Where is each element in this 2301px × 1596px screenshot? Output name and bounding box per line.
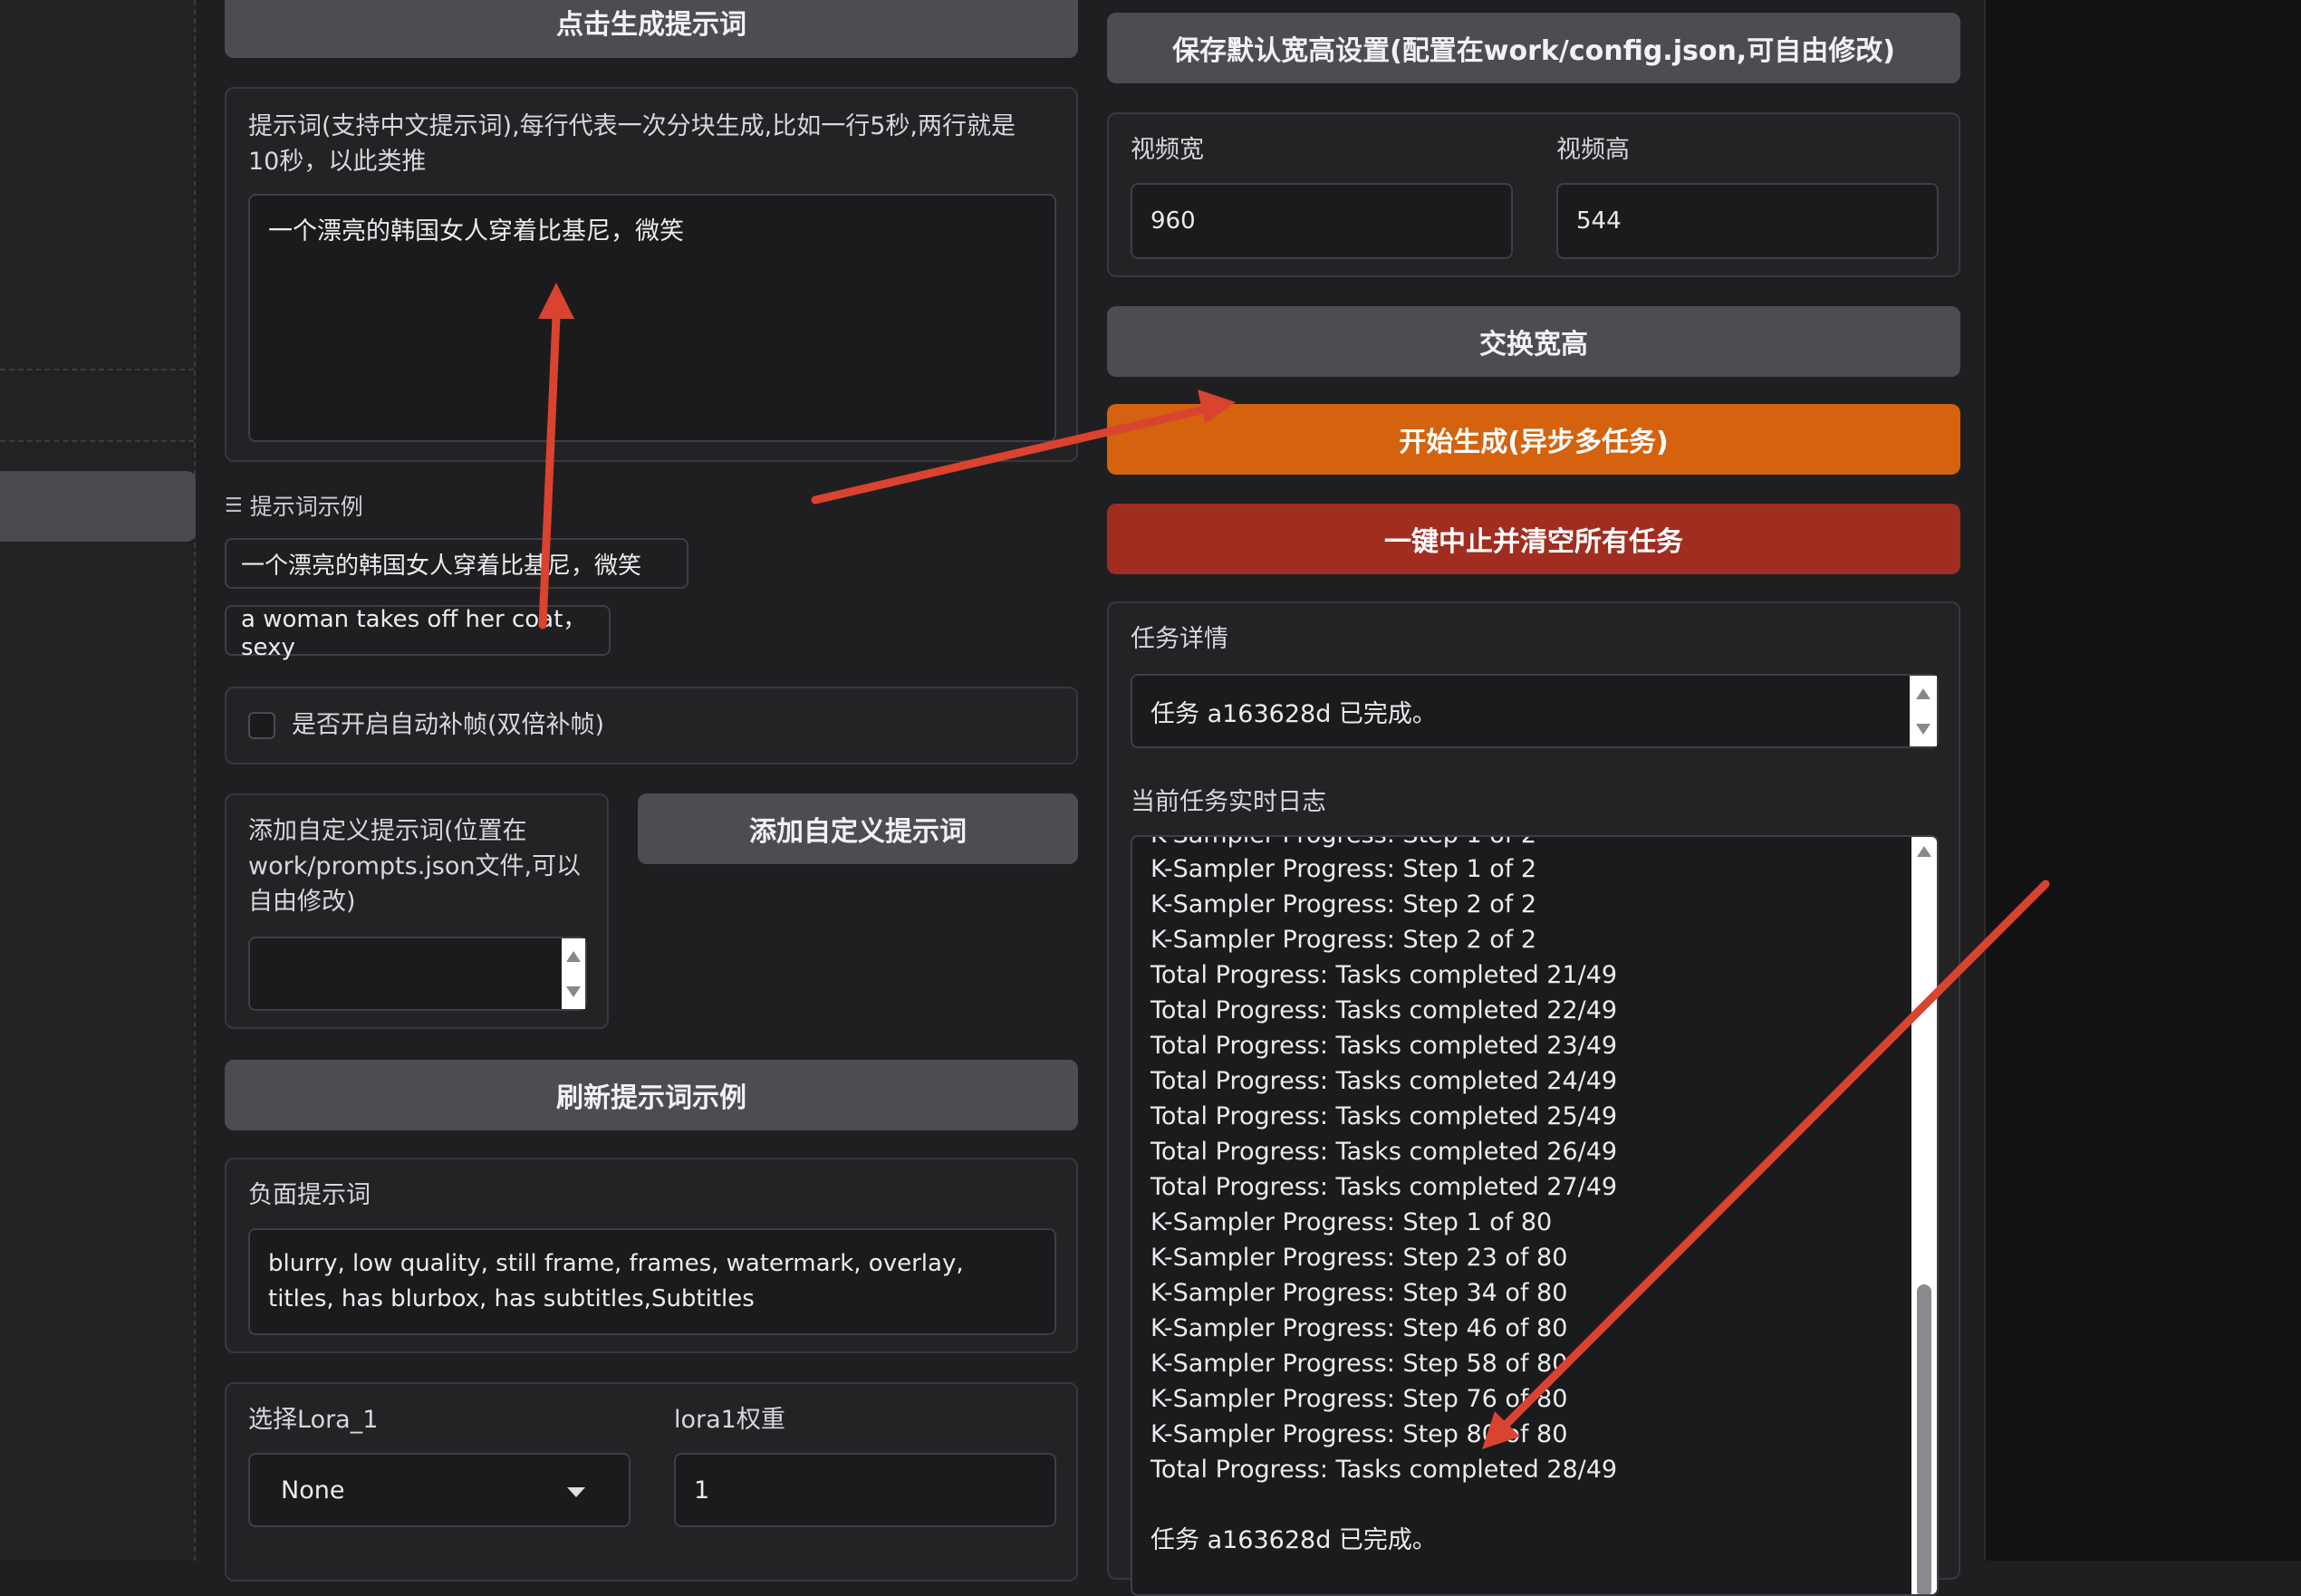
- stop-all-tasks-button[interactable]: 一键中止并清空所有任务: [1107, 504, 1960, 574]
- log-line: K-Sampler Progress: Step 34 of 80: [1150, 1279, 1568, 1307]
- log-line: Total Progress: Tasks completed 27/49: [1150, 1173, 1618, 1201]
- log-line: Total Progress: Tasks completed 25/49: [1150, 1102, 1618, 1130]
- add-custom-prompt-button[interactable]: 添加自定义提示词: [638, 793, 1078, 864]
- log-line: 任务 a163628d 已完成。: [1150, 1526, 1437, 1554]
- negative-prompt-label: 负面提示词: [248, 1181, 371, 1209]
- interpolation-panel: 是否开启自动补帧(双倍补帧): [225, 687, 1078, 764]
- width-label: 视频宽: [1131, 136, 1204, 164]
- log-blank-line: [1150, 1487, 1617, 1523]
- task-detail-label: 任务详情: [1131, 625, 1228, 653]
- save-default-size-button[interactable]: 保存默认宽高设置(配置在work/config.json,可自由修改): [1107, 13, 1960, 83]
- custom-prompt-label: 添加自定义提示词(位置在work/prompts.json文件,可以自由修改): [248, 817, 582, 916]
- example-chip[interactable]: a woman takes off her coat，sexy: [225, 605, 611, 661]
- prompt-label: 提示词(支持中文提示词),每行代表一次分块生成,比如一行5秒,两行就是10秒，以…: [248, 112, 1016, 176]
- log-line: K-Sampler Progress: Step 46 of 80: [1150, 1314, 1568, 1342]
- log-line: K-Sampler Progress: Step 76 of 80: [1150, 1385, 1568, 1413]
- width-input[interactable]: 960: [1131, 183, 1513, 259]
- scroll-down-icon[interactable]: [1916, 723, 1930, 735]
- custom-prompt-scrollbar[interactable]: [562, 938, 585, 1009]
- log-line: Total Progress: Tasks completed 24/49: [1150, 1067, 1618, 1095]
- log-line: Total Progress: Tasks completed 21/49: [1150, 961, 1618, 989]
- height-label: 视频高: [1556, 136, 1630, 164]
- lora-weight-input[interactable]: 1: [674, 1453, 1056, 1527]
- lora-panel: 选择Lora_1 None lora1权重 1: [225, 1382, 1078, 1582]
- log-lines: K-Sampler Progress: Step 1 of 2 K-Sample…: [1150, 851, 1617, 1558]
- custom-prompt-input[interactable]: [248, 937, 587, 1011]
- gutter-divider: [0, 369, 194, 370]
- swap-size-button[interactable]: 交换宽高: [1107, 306, 1960, 377]
- log-line: K-Sampler Progress: Step 58 of 80: [1150, 1350, 1568, 1378]
- list-icon: ☰: [225, 494, 243, 517]
- log-label: 当前任务实时日志: [1131, 788, 1326, 816]
- log-scrollbar[interactable]: [1911, 837, 1937, 1594]
- log-line: Total Progress: Tasks completed 23/49: [1150, 1032, 1618, 1060]
- refresh-examples-button[interactable]: 刷新提示词示例: [225, 1060, 1078, 1130]
- lora-select[interactable]: None: [248, 1453, 631, 1527]
- log-line: Total Progress: Tasks completed 26/49: [1150, 1138, 1618, 1166]
- prompt-panel: 提示词(支持中文提示词),每行代表一次分块生成,比如一行5秒,两行就是10秒，以…: [225, 87, 1078, 462]
- start-generation-button[interactable]: 开始生成(异步多任务): [1107, 404, 1960, 475]
- custom-prompt-panel: 添加自定义提示词(位置在work/prompts.json文件,可以自由修改): [225, 793, 609, 1029]
- task-detail-field[interactable]: 任务 a163628d 已完成。: [1131, 674, 1939, 748]
- interpolation-label: 是否开启自动补帧(双倍补帧): [292, 711, 605, 739]
- scroll-up-icon[interactable]: [1916, 687, 1930, 699]
- log-line: K-Sampler Progress: Step 80 of 80: [1150, 1420, 1568, 1448]
- height-input[interactable]: 544: [1556, 183, 1939, 259]
- task-panel: 任务详情 任务 a163628d 已完成。 当前任务实时日志 K-Sampler…: [1107, 601, 1960, 1596]
- column-gap: [1957, 0, 1984, 1561]
- log-line: K-Sampler Progress: Step 2 of 2: [1150, 926, 1537, 954]
- scroll-up-icon[interactable]: [1917, 846, 1931, 857]
- gutter-divider: [0, 440, 194, 442]
- lora-select-value: None: [281, 1476, 345, 1505]
- log-line: K-Sampler Progress: Step 23 of 80: [1150, 1244, 1568, 1272]
- interpolation-checkbox[interactable]: [248, 712, 275, 739]
- log-line: Total Progress: Tasks completed 28/49: [1150, 1456, 1618, 1484]
- log-line: K-Sampler Progress: Step 1 of 2: [1150, 837, 1536, 852]
- log-scrollbar-thumb[interactable]: [1917, 1284, 1931, 1594]
- chevron-down-icon[interactable]: [567, 1487, 585, 1497]
- log-line: K-Sampler Progress: Step 2 of 2: [1150, 890, 1537, 918]
- lora-weight-label: lora1权重: [674, 1406, 785, 1434]
- log-textarea[interactable]: K-Sampler Progress: Step 1 of 2 K-Sample…: [1131, 835, 1939, 1596]
- prompt-textarea[interactable]: 一个漂亮的韩国女人穿着比基尼，微笑: [248, 194, 1056, 442]
- examples-header: ☰ 提示词示例: [225, 489, 363, 522]
- lora-label: 选择Lora_1: [248, 1406, 379, 1434]
- generate-prompt-button[interactable]: 点击生成提示词: [225, 0, 1078, 58]
- log-line: Total Progress: Tasks completed 22/49: [1150, 996, 1618, 1024]
- log-line: K-Sampler Progress: Step 1 of 80: [1150, 1208, 1553, 1236]
- log-line: K-Sampler Progress: Step 1 of 2: [1150, 855, 1537, 883]
- gutter-button[interactable]: [0, 471, 196, 542]
- left-gutter-panel: [0, 0, 196, 1561]
- scroll-down-icon[interactable]: [566, 985, 581, 997]
- example-chip[interactable]: 一个漂亮的韩国女人穿着比基尼，微笑: [225, 538, 688, 589]
- scroll-up-icon[interactable]: [566, 950, 581, 962]
- examples-header-label: 提示词示例: [249, 494, 363, 520]
- right-dark-strip: [1984, 0, 2301, 1561]
- negative-prompt-panel: 负面提示词 blurry, low quality, still frame, …: [225, 1158, 1078, 1353]
- task-detail-scrollbar[interactable]: [1910, 676, 1937, 746]
- size-panel: 视频宽 960 视频高 544: [1107, 112, 1960, 277]
- negative-prompt-textarea[interactable]: blurry, low quality, still frame, frames…: [248, 1228, 1056, 1335]
